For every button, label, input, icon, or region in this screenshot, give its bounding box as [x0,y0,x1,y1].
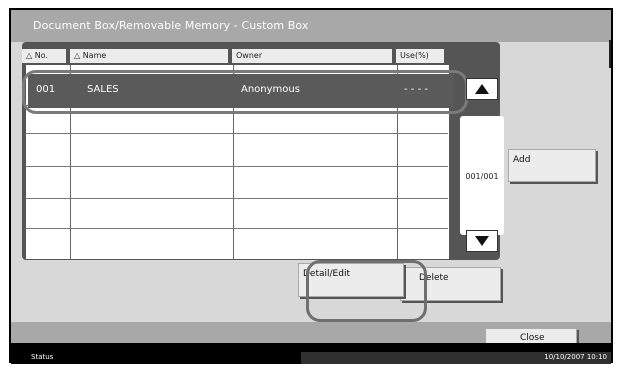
row-divider [25,133,448,134]
selection-highlight [22,70,468,114]
status-button[interactable]: Status [31,353,53,361]
row-divider [25,228,448,229]
page-number: 001/001 [465,172,499,181]
window-title: Document Box/Removable Memory - Custom B… [33,19,309,32]
scroll-up-button[interactable] [466,78,498,100]
page-indicator: 001/001 [460,116,504,235]
col-header-owner: Owner [232,49,392,63]
title-bar: Document Box/Removable Memory - Custom B… [11,10,611,42]
triangle-up-icon [475,84,489,94]
row-divider [25,198,448,199]
main-panel: Document Box/Removable Memory - Custom B… [11,10,611,343]
status-bar: Status 10/10/2007 10:10 [11,352,611,364]
add-button[interactable]: Add [508,149,596,182]
col-header-name[interactable]: △ Name [70,49,228,63]
add-label: Add [513,155,531,165]
col-header-use: Use(%) [396,49,444,63]
triangle-down-icon [475,236,489,246]
focus-highlight [306,260,427,322]
divider [609,40,611,68]
row-divider [25,166,448,167]
col-header-no[interactable]: △ No. [22,49,66,63]
status-area: 10/10/2007 10:10 [301,352,611,364]
date-time: 10/10/2007 10:10 [544,353,607,361]
scroll-down-button[interactable] [466,230,498,252]
close-button[interactable]: Close [485,328,577,343]
close-label: Close [520,333,545,343]
